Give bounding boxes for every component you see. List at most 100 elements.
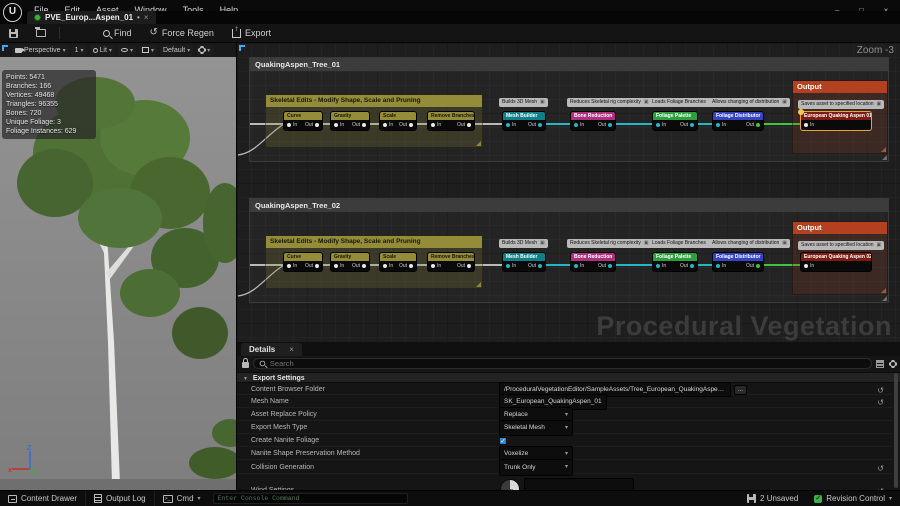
- lit-mode-dropdown[interactable]: Lit ▾: [90, 45, 115, 56]
- node-foliage-distributor[interactable]: Foliage DistributorInOut: [712, 111, 764, 131]
- input-pin[interactable]: [716, 264, 720, 268]
- display-options-icon[interactable]: [876, 360, 884, 368]
- output-pin[interactable]: [690, 264, 694, 268]
- node-output-asset[interactable]: European Quaking Aspen 02In: [800, 252, 872, 272]
- window-controls: – □ ×: [827, 0, 896, 11]
- node-gravity[interactable]: GravityInOut: [330, 111, 370, 131]
- force-regen-button[interactable]: ↺ Force Regen: [141, 24, 223, 43]
- output-pin[interactable]: [315, 264, 319, 268]
- content-drawer-button[interactable]: Content Drawer: [0, 491, 86, 506]
- details-search-box[interactable]: [253, 358, 872, 369]
- node-graph-canvas[interactable]: Zoom -3 Procedural Vegetation QuakingAsp…: [236, 43, 900, 342]
- output-pin[interactable]: [409, 264, 413, 268]
- output-pin[interactable]: [362, 123, 366, 127]
- input-pin[interactable]: [383, 123, 387, 127]
- input-pin[interactable]: [431, 264, 435, 268]
- node-output-asset[interactable]: European Quaking Aspen 01In: [800, 111, 872, 131]
- output-pin[interactable]: [538, 264, 542, 268]
- output-pin[interactable]: [315, 123, 319, 127]
- input-pin[interactable]: [716, 123, 720, 127]
- asset-tab[interactable]: PVE_Europ...Aspen_01 • ×: [27, 11, 156, 24]
- details-tab[interactable]: Details ×: [241, 343, 302, 356]
- node-curve[interactable]: CurveInOut: [283, 111, 323, 131]
- viewport-settings-dropdown[interactable]: ▾: [196, 45, 213, 56]
- input-pin[interactable]: [506, 123, 510, 127]
- screenshot-dropdown[interactable]: ▾: [139, 45, 157, 56]
- camera-speed-dropdown[interactable]: 1 ▾: [72, 45, 87, 56]
- node-scale[interactable]: ScaleInOut: [379, 111, 417, 131]
- node-mesh-builder[interactable]: Mesh BuilderInOut: [502, 252, 546, 272]
- input-pin[interactable]: [334, 264, 338, 268]
- dropdown-export-mesh-type[interactable]: Skeletal Mesh▾: [499, 420, 573, 436]
- input-pin[interactable]: [287, 264, 291, 268]
- comment-resize-handle[interactable]: [476, 141, 481, 146]
- section-resize-handle[interactable]: [882, 155, 887, 160]
- graph-zoom-level: Zoom -3: [857, 45, 894, 56]
- cmd-dropdown[interactable]: >_ Cmd ▾: [155, 491, 209, 506]
- export-button[interactable]: Export: [223, 24, 280, 43]
- output-pin[interactable]: [756, 264, 760, 268]
- output-pin[interactable]: [538, 123, 542, 127]
- comment-resize-handle[interactable]: [476, 282, 481, 287]
- input-pin[interactable]: [804, 264, 808, 268]
- input-pin[interactable]: [804, 123, 808, 127]
- reset-to-default-icon[interactable]: ↺: [877, 385, 884, 396]
- output-log-button[interactable]: Output Log: [86, 491, 155, 506]
- graph-section-quakingaspen_tree_02[interactable]: QuakingAspen_Tree_02Skeletal Edits - Mod…: [249, 198, 889, 303]
- checkbox[interactable]: ✓: [499, 437, 507, 445]
- output-pin[interactable]: [409, 123, 413, 127]
- input-pin[interactable]: [656, 264, 660, 268]
- tab-close-icon[interactable]: ×: [144, 13, 149, 22]
- node-foliage-palette[interactable]: Foliage PaletteInOut: [652, 111, 698, 131]
- unsaved-indicator[interactable]: 2 Unsaved: [739, 491, 806, 506]
- input-pin[interactable]: [431, 123, 435, 127]
- node-bone-reduction[interactable]: Bone ReductionInOut: [570, 111, 616, 131]
- settings-gear-icon[interactable]: [890, 361, 896, 367]
- node-mesh-builder[interactable]: Mesh BuilderInOut: [502, 111, 546, 131]
- show-flags-dropdown[interactable]: ▾: [118, 45, 136, 56]
- comment-resize-handle[interactable]: [881, 288, 886, 293]
- revision-control-button[interactable]: ✓ Revision Control ▾: [806, 491, 900, 506]
- output-pin[interactable]: [467, 123, 471, 127]
- output-pin[interactable]: [362, 264, 366, 268]
- find-button[interactable]: Find: [94, 24, 141, 43]
- input-pin[interactable]: [287, 123, 291, 127]
- input-pin[interactable]: [334, 123, 338, 127]
- details-close-icon[interactable]: ×: [289, 345, 294, 354]
- section-resize-handle[interactable]: [882, 296, 887, 301]
- node-remove-branches[interactable]: Remove BranchesInOut: [427, 111, 475, 131]
- details-scrollbar[interactable]: [894, 373, 898, 488]
- ellipsis-button[interactable]: ...: [734, 385, 747, 395]
- reset-to-default-icon[interactable]: ↺: [877, 462, 884, 475]
- output-pin[interactable]: [608, 264, 612, 268]
- node-foliage-palette[interactable]: Foliage PaletteInOut: [652, 252, 698, 272]
- node-curve[interactable]: CurveInOut: [283, 252, 323, 272]
- pin-label: Out: [352, 263, 360, 269]
- output-pin[interactable]: [690, 123, 694, 127]
- perspective-dropdown[interactable]: Perspective ▾: [12, 45, 69, 56]
- save-button[interactable]: [0, 24, 27, 43]
- preview-viewport[interactable]: Perspective ▾ 1 ▾ Lit ▾ ▾ ▾ Default: [0, 43, 236, 490]
- graph-section-quakingaspen_tree_01[interactable]: QuakingAspen_Tree_01Skeletal Edits - Mod…: [249, 57, 889, 162]
- node-scale[interactable]: ScaleInOut: [379, 252, 417, 272]
- reset-to-default-icon[interactable]: ↺: [877, 397, 884, 409]
- node-foliage-distributor[interactable]: Foliage DistributorInOut: [712, 252, 764, 272]
- lock-icon[interactable]: [242, 362, 249, 368]
- details-search-input[interactable]: [270, 359, 866, 368]
- output-pin[interactable]: [467, 264, 471, 268]
- browse-asset-button[interactable]: [27, 24, 55, 43]
- input-pin[interactable]: [383, 264, 387, 268]
- output-pin[interactable]: [756, 123, 760, 127]
- node-bone-reduction[interactable]: Bone ReductionInOut: [570, 252, 616, 272]
- input-pin[interactable]: [506, 264, 510, 268]
- view-preset-dropdown[interactable]: Default ▾: [160, 45, 193, 56]
- node-remove-branches[interactable]: Remove BranchesInOut: [427, 252, 475, 272]
- input-pin[interactable]: [574, 123, 578, 127]
- input-pin[interactable]: [574, 264, 578, 268]
- console-command-input[interactable]: [213, 493, 408, 504]
- input-pin[interactable]: [656, 123, 660, 127]
- dropdown-collision-generation[interactable]: Trunk Only▾: [499, 459, 573, 476]
- node-gravity[interactable]: GravityInOut: [330, 252, 370, 272]
- comment-resize-handle[interactable]: [881, 147, 886, 152]
- output-pin[interactable]: [608, 123, 612, 127]
